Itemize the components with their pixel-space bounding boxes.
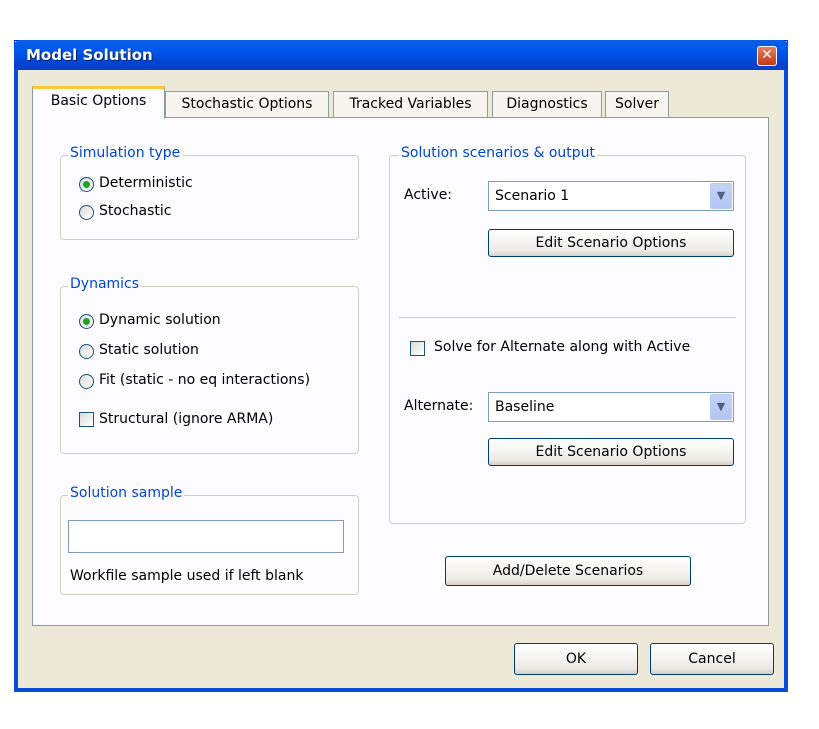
dynamics-legend: Dynamics: [68, 276, 142, 292]
radio-fit-static[interactable]: [79, 374, 94, 389]
checkbox-structural[interactable]: [79, 412, 94, 427]
alternate-label: Alternate:: [404, 398, 474, 414]
chevron-down-icon[interactable]: ▼: [710, 183, 732, 209]
tab-solver[interactable]: Solver: [605, 91, 669, 117]
chevron-down-icon[interactable]: ▼: [710, 394, 732, 420]
checkbox-solve-alternate-label: Solve for Alternate along with Active: [434, 339, 691, 355]
close-icon: ✕: [761, 47, 773, 63]
radio-stochastic[interactable]: [79, 205, 94, 220]
alternate-scenario-value: Baseline: [495, 399, 555, 415]
tab-stochastic-options[interactable]: Stochastic Options: [165, 91, 329, 117]
radio-fit-static-label: Fit (static - no eq interactions): [99, 372, 311, 388]
radio-dynamic-solution[interactable]: [79, 314, 94, 329]
window-border-left: [14, 70, 18, 692]
window-border-bottom: [14, 688, 788, 692]
tab-diagnostics[interactable]: Diagnostics: [492, 91, 602, 117]
simulation-type-group: [60, 155, 359, 240]
tab-basic-options[interactable]: Basic Options: [32, 86, 165, 119]
solution-sample-hint: Workfile sample used if left blank: [70, 568, 304, 584]
checkbox-solve-alternate[interactable]: [410, 341, 425, 356]
active-scenario-select[interactable]: Scenario 1 ▼: [488, 181, 734, 211]
simulation-type-legend: Simulation type: [68, 145, 183, 161]
radio-stochastic-label: Stochastic: [99, 203, 172, 219]
close-button[interactable]: ✕: [757, 46, 777, 66]
cancel-button[interactable]: Cancel: [650, 643, 774, 675]
alternate-scenario-select[interactable]: Baseline ▼: [488, 392, 734, 422]
radio-deterministic[interactable]: [79, 177, 94, 192]
add-delete-scenarios-button[interactable]: Add/Delete Scenarios: [445, 556, 691, 586]
edit-scenario-options-button-1[interactable]: Edit Scenario Options: [488, 229, 734, 257]
solution-sample-input[interactable]: [68, 520, 344, 553]
radio-deterministic-label: Deterministic: [99, 175, 193, 191]
radio-dynamic-solution-label: Dynamic solution: [99, 312, 221, 328]
radio-static-solution[interactable]: [79, 344, 94, 359]
window-border-right: [784, 70, 788, 692]
scenarios-separator: [399, 317, 736, 318]
radio-static-solution-label: Static solution: [99, 342, 199, 358]
edit-scenario-options-button-2[interactable]: Edit Scenario Options: [488, 438, 734, 466]
tab-tracked-variables[interactable]: Tracked Variables: [333, 91, 488, 117]
checkbox-structural-label: Structural (ignore ARMA): [99, 411, 274, 427]
window-title: Model Solution: [26, 46, 153, 64]
solution-sample-legend: Solution sample: [68, 485, 185, 501]
active-scenario-value: Scenario 1: [495, 188, 570, 204]
scenarios-legend: Solution scenarios & output: [399, 145, 598, 161]
ok-button[interactable]: OK: [514, 643, 638, 675]
active-label: Active:: [404, 187, 453, 203]
